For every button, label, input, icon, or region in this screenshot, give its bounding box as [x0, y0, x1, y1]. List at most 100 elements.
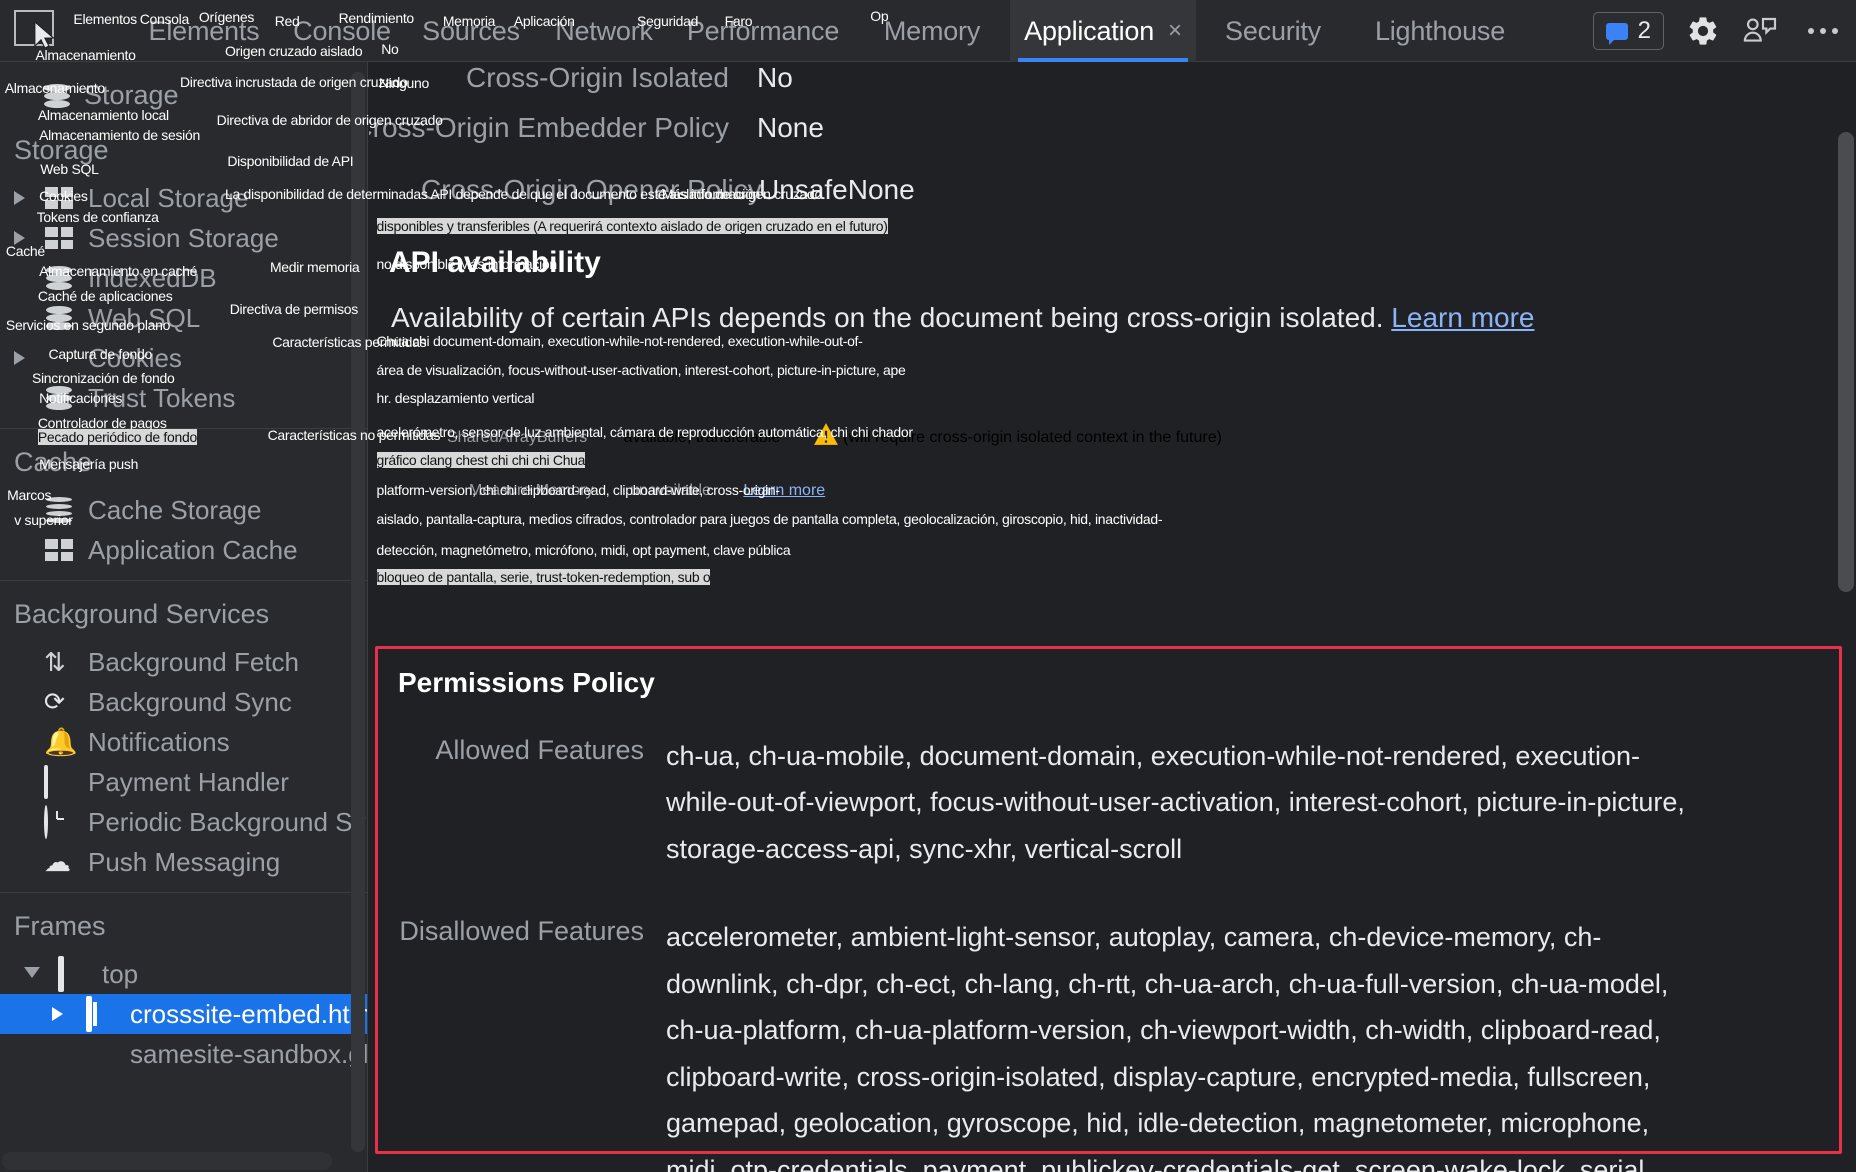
sidebar-item-background-fetch[interactable]: ⇅ Background Fetch [0, 642, 367, 682]
row-cross-origin-isolated: Cross-Origin Isolated No [429, 62, 1529, 94]
api-availability-note: Availability of certain APIs depends on … [391, 302, 1534, 334]
overlay-translation-text: Servicios en segundo plano [5, 316, 171, 333]
cloud-icon: ☁ [44, 847, 71, 877]
overlay-translation-text: platform-version, chi chi clipboard-read… [376, 482, 781, 499]
overlay-translation-text: Pecado periódico de fondo [37, 429, 197, 446]
sidebar-item-notifications[interactable]: 🔔 Notifications [0, 722, 367, 762]
row-label: Cross-Origin Isolated [466, 62, 729, 93]
sidebar-section-cache: Cache Cache Storage Application Cache [0, 429, 367, 581]
grid-icon [44, 535, 74, 565]
more-options-icon[interactable] [1800, 28, 1846, 34]
overlay-translation-text: v superior [14, 511, 73, 528]
disallowed-features-label: Disallowed Features [399, 916, 644, 947]
tab-sources[interactable]: Sources [406, 0, 536, 62]
overlay-translation-text: detección, magnetómetro, micrófono, midi… [376, 541, 791, 558]
overlay-translation-text: Orígenes [198, 8, 255, 25]
sidebar-item-background-sync[interactable]: ⟳ Background Sync [0, 682, 367, 722]
overlay-translation-text: Directiva de permisos [229, 301, 359, 318]
chevron-right-icon[interactable] [52, 1007, 63, 1021]
tab-label: Lighthouse [1374, 15, 1506, 46]
chevron-right-icon[interactable] [14, 191, 25, 205]
sidebar-horizontal-scrollbar[interactable] [2, 1152, 332, 1170]
console-messages-badge[interactable]: 2 [1592, 12, 1664, 50]
feedback-person-icon[interactable] [1742, 16, 1778, 46]
disallowed-features-row: Disallowed Features accelerometer, ambie… [398, 914, 1819, 1172]
frame-icon [58, 956, 88, 992]
sidebar-item-push-messaging[interactable]: ☁ Push Messaging [0, 842, 367, 882]
sidebar-item-samesite-sandbox[interactable]: samesite-sandbox.glitch [0, 1034, 367, 1074]
overlay-translation-text: disponibles y transferibles (A requerirá… [376, 218, 888, 235]
tab-performance[interactable]: Performance [672, 0, 854, 62]
tab-security[interactable]: Security [1200, 0, 1346, 62]
tab-label: Security [1225, 15, 1321, 46]
tab-lighthouse[interactable]: Lighthouse [1352, 0, 1528, 62]
allowed-features-row: Allowed Features ch-ua, ch-ua-mobile, do… [398, 733, 1819, 872]
overlay-translation-text: Origen cruzado aislado [224, 43, 363, 60]
overlay-translation-text: Aplicación [513, 13, 575, 30]
chevron-right-icon[interactable] [14, 351, 25, 365]
message-bubble-icon [1605, 22, 1628, 45]
tabbar-actions: 2 [1592, 0, 1846, 62]
overlay-translation-text: Chua chi document-domain, execution-whil… [376, 333, 863, 350]
sidebar-header-frames: Frames [0, 899, 367, 954]
overlay-translation-text: Web SQL [40, 161, 99, 178]
overlay-translation-text: Faro [724, 13, 753, 30]
overlay-translation-text: Almacenamiento [35, 46, 136, 63]
overlay-translation-text: Marcos [7, 487, 52, 504]
overlay-translation-text: acelerómetro, sensor de luz ambiental, c… [376, 424, 914, 441]
bell-icon: 🔔 [44, 727, 78, 757]
overlay-translation-text: Disponibilidad de API [227, 153, 354, 170]
allowed-features-value: ch-ua, ch-ua-mobile, document-domain, ex… [666, 741, 1685, 864]
sidebar-item-frame-top[interactable]: top [0, 954, 367, 994]
learn-more-link[interactable]: Learn more [1391, 302, 1534, 333]
sidebar-item-label: Background Sync [88, 686, 292, 717]
sidebar-item-label: crosssite-embed.html [130, 998, 368, 1029]
application-sidebar: Storage Storage Local Storage Session St… [0, 62, 368, 1172]
tab-application[interactable]: Application × [1010, 0, 1196, 62]
row-coep: Cross-Origin Embedder Policy None [369, 112, 1551, 144]
permissions-policy-title: Permissions Policy [398, 667, 655, 698]
close-icon[interactable]: × [1168, 19, 1182, 43]
chevron-down-icon[interactable] [24, 966, 40, 985]
sidebar-item-payment-handler[interactable]: Payment Handler [0, 762, 367, 802]
sidebar-item-label: Application Cache [88, 534, 298, 565]
sidebar-item-label: samesite-sandbox.glitch [130, 1038, 368, 1069]
overlay-translation-text: Cookies [39, 187, 88, 204]
overlay-translation-text: Almacenamiento [4, 79, 105, 96]
sidebar-header-label: Background Services [14, 599, 270, 629]
allowed-features-label: Allowed Features [435, 735, 644, 765]
row-value: No [757, 62, 793, 93]
sidebar-header-background-services: Background Services [0, 587, 367, 642]
gear-icon[interactable] [1686, 14, 1720, 48]
overlay-translation-text: Caché [5, 243, 45, 260]
tab-network[interactable]: Network [536, 0, 672, 62]
sidebar-item-label: Payment Handler [88, 766, 289, 797]
sidebar-item-label: Periodic Background Sync [88, 806, 368, 837]
main-scrollbar[interactable] [1838, 132, 1854, 592]
overlay-translation-text: Directiva de abridor de origen cruzado [216, 111, 443, 128]
overlay-translation-text: Ninguno [378, 75, 429, 92]
sidebar-item-application-cache[interactable]: Application Cache [0, 530, 367, 570]
tab-label: Application [1024, 15, 1155, 46]
grid-icon [44, 223, 74, 253]
overlay-translation-text: Notificaciones [39, 389, 123, 406]
overlay-translation-text: Medir memoria [269, 258, 360, 275]
tab-label: Memory [883, 15, 981, 46]
overlay-translation-text: Elementos [73, 11, 137, 28]
overlay-translation-text: Caché de aplicaciones [37, 288, 173, 305]
overlay-translation-text: aislado, pantalla-captura, medios cifrad… [376, 510, 1163, 527]
overlay-translation-text: Almacenamiento local [37, 107, 169, 123]
inspect-element-icon[interactable] [14, 10, 58, 50]
sidebar-item-label: Session Storage [88, 222, 279, 253]
overlay-translation-text: Sincronización de fondo [31, 369, 175, 386]
sidebar-header-label: Frames [14, 911, 106, 941]
sidebar-item-crosssite-embed[interactable]: crosssite-embed.html [0, 994, 367, 1034]
sidebar-scrollbar[interactable] [351, 72, 365, 1152]
overlay-translation-text: bloqueo de pantalla, serie, trust-token-… [376, 568, 711, 585]
overlay-translation-text: Op [870, 7, 889, 24]
overlay-translation-text: Más información [661, 186, 761, 203]
sidebar-item-periodic-background-sync[interactable]: Periodic Background Sync [0, 802, 367, 842]
updown-arrows-icon: ⇅ [44, 647, 66, 677]
overlay-translation-text: gráfico clang chest chi chi chi Chua [376, 451, 586, 468]
overlay-translation-text: Tokens de confianza [36, 208, 159, 225]
